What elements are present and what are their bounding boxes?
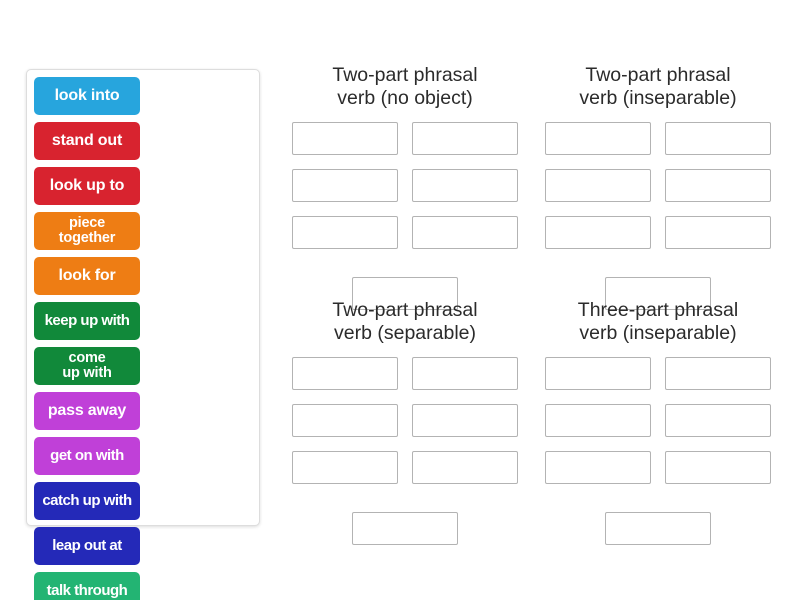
drop-slot[interactable] [352,512,458,545]
drop-slot[interactable] [412,357,518,390]
drop-slot[interactable] [412,451,518,484]
word-tile[interactable]: look up to [34,167,140,205]
word-tile-label: look for [58,266,116,284]
word-bank-grid: look into stand out look up to piece togeth… [34,77,252,600]
drop-slot[interactable] [292,169,398,202]
drop-slot[interactable] [292,357,398,390]
word-tile[interactable]: leap out at [34,527,140,565]
word-tile-label: look into [54,86,120,104]
word-bank-panel: look into stand out look up to piece togeth… [26,69,260,600]
drop-slot[interactable] [545,122,651,155]
drop-slot[interactable] [412,122,518,155]
word-tile[interactable]: come up with [34,347,140,385]
word-tile-label: piece together [58,214,116,246]
word-tile[interactable]: pass away [34,392,140,430]
word-tile[interactable]: get on with [34,437,140,475]
word-tile[interactable]: look into [34,77,140,115]
category-two-part-inseparable: Two-part phrasal verb (inseparable) [545,64,771,310]
word-tile-label: keep up with [44,312,130,330]
drop-zone-grid [545,357,771,545]
category-title: Two-part phrasal verb (no object) [332,64,478,109]
drop-slot[interactable] [545,404,651,437]
drop-slot-row-center [292,512,518,545]
drop-slot[interactable] [545,216,651,249]
word-tile-label: get on with [50,447,124,465]
drop-zone-grid [292,357,518,545]
word-tile[interactable]: look for [34,257,140,295]
drop-slot[interactable] [545,451,651,484]
drop-slot[interactable] [292,122,398,155]
category-two-part-separable: Two-part phrasal verb (separable) [292,299,518,545]
drop-slot[interactable] [665,357,771,390]
category-title: Two-part phrasal verb (separable) [332,299,478,344]
drop-slot-row-center [545,512,771,545]
word-tile-label: pass away [47,401,127,419]
category-title: Two-part phrasal verb (inseparable) [579,64,737,109]
drop-slot[interactable] [545,357,651,390]
word-tile[interactable]: keep up with [34,302,140,340]
drop-slot[interactable] [412,404,518,437]
category-three-part-inseparable: Three-part phrasal verb (inseparable) [545,299,771,545]
word-tile-label: catch up with [42,492,132,510]
word-tile-label: come up with [62,349,112,381]
word-tile[interactable]: stand out [34,122,140,160]
drop-slot[interactable] [545,169,651,202]
category-title: Three-part phrasal verb (inseparable) [577,299,739,344]
drop-slot[interactable] [665,404,771,437]
category-two-part-no-object: Two-part phrasal verb (no object) [292,64,518,310]
word-tile[interactable]: catch up with [34,482,140,520]
drop-slot[interactable] [292,451,398,484]
drop-slot[interactable] [412,216,518,249]
drop-slot[interactable] [665,451,771,484]
word-tile-label: stand out [51,131,123,149]
word-tile-label: look up to [49,176,125,194]
activity-canvas: look into stand out look up to piece togeth… [0,0,800,600]
word-tile-label: talk through [46,582,128,600]
drop-slot[interactable] [665,216,771,249]
drop-zone-grid [545,122,771,310]
drop-slot[interactable] [292,404,398,437]
word-tile[interactable]: talk through [34,572,140,600]
word-tile-label: leap out at [52,537,122,555]
word-tile[interactable]: piece together [34,212,140,250]
drop-slot[interactable] [292,216,398,249]
drop-zone-grid [292,122,518,310]
drop-slot[interactable] [665,169,771,202]
drop-slot[interactable] [605,512,711,545]
drop-slot[interactable] [412,169,518,202]
drop-slot[interactable] [665,122,771,155]
